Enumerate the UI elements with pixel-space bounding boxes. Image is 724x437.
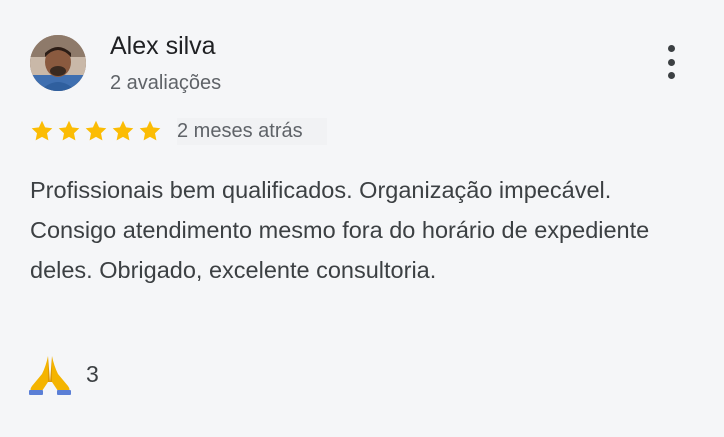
rating-row: 2 meses atrás	[30, 115, 327, 147]
more-vertical-icon	[667, 45, 675, 52]
more-vertical-icon-dot	[667, 72, 675, 79]
star-icon	[58, 120, 80, 141]
praying-hands-icon	[29, 356, 71, 395]
reaction-button[interactable]: 3	[26, 352, 99, 396]
reaction-count: 3	[86, 360, 99, 387]
reviewer-review-count: 2 avaliações	[110, 72, 222, 94]
avatar-image	[30, 35, 86, 91]
review-card: Alex silva 2 avaliações 2 meses atrás Pr…	[0, 0, 724, 437]
more-options-button[interactable]	[656, 42, 686, 82]
star-icon	[85, 120, 107, 141]
star-icon	[31, 120, 53, 141]
review-date: 2 meses atrás	[177, 117, 327, 145]
review-text: Profissionais bem qualificados. Organiza…	[30, 177, 650, 283]
avatar[interactable]	[30, 35, 86, 91]
more-vertical-icon-dot	[667, 58, 675, 66]
star-icon	[112, 120, 134, 141]
reviewer-name[interactable]: Alex silva	[110, 30, 216, 62]
star-rating	[30, 119, 165, 143]
star-icon	[139, 120, 161, 141]
